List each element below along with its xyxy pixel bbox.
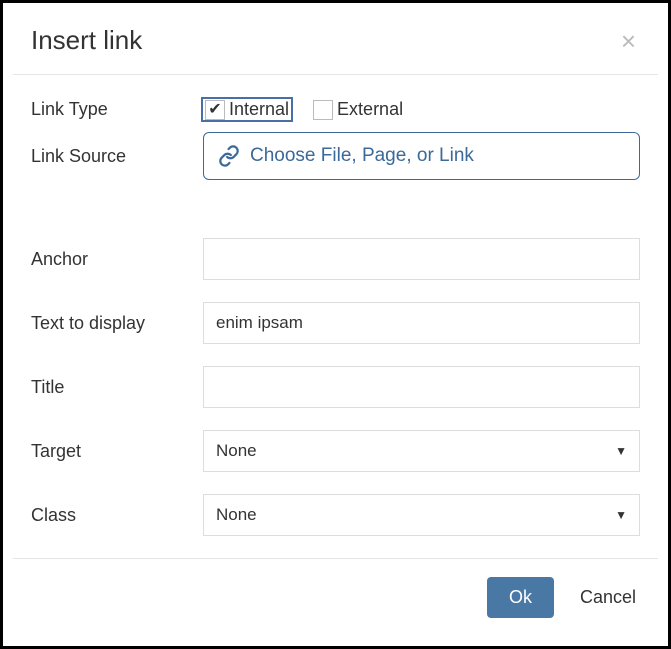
text-to-display-label: Text to display: [31, 313, 203, 334]
ok-button[interactable]: Ok: [487, 577, 554, 618]
link-source-row: Link Source Choose File, Page, or Link: [31, 132, 640, 180]
caret-down-icon: ▼: [615, 508, 627, 522]
text-to-display-input[interactable]: [203, 302, 640, 344]
link-source-label: Link Source: [31, 146, 203, 167]
class-value: None: [216, 505, 257, 525]
link-type-internal[interactable]: ✔ Internal: [203, 99, 291, 120]
close-icon[interactable]: ×: [617, 28, 640, 54]
title-input[interactable]: [203, 366, 640, 408]
dialog-header: Insert link ×: [13, 13, 658, 75]
checkbox-icon: ✔: [205, 100, 225, 120]
dialog-title: Insert link: [31, 25, 142, 56]
cancel-button[interactable]: Cancel: [576, 577, 640, 618]
dialog-body: Link Type ✔ Internal External Link Sourc…: [13, 75, 658, 536]
anchor-label: Anchor: [31, 249, 203, 270]
target-row: Target None ▼: [31, 430, 640, 472]
link-type-external-label: External: [337, 99, 403, 120]
title-row: Title: [31, 366, 640, 408]
target-select[interactable]: None ▼: [203, 430, 640, 472]
link-type-internal-label: Internal: [229, 99, 289, 120]
link-type-external[interactable]: External: [313, 99, 403, 120]
title-field-label: Title: [31, 377, 203, 398]
link-type-row: Link Type ✔ Internal External: [31, 99, 640, 120]
dialog-footer: Ok Cancel: [13, 558, 658, 636]
choose-source-button[interactable]: Choose File, Page, or Link: [203, 132, 640, 180]
insert-link-dialog: Insert link × Link Type ✔ Internal Exter…: [13, 13, 658, 636]
choose-source-text: Choose File, Page, or Link: [250, 145, 474, 167]
text-to-display-row: Text to display: [31, 302, 640, 344]
class-row: Class None ▼: [31, 494, 640, 536]
anchor-row: Anchor: [31, 238, 640, 280]
checkbox-icon: [313, 100, 333, 120]
target-value: None: [216, 441, 257, 461]
anchor-input[interactable]: [203, 238, 640, 280]
link-icon: [218, 145, 240, 167]
target-label: Target: [31, 441, 203, 462]
link-type-label: Link Type: [31, 99, 203, 120]
class-label: Class: [31, 505, 203, 526]
class-select[interactable]: None ▼: [203, 494, 640, 536]
caret-down-icon: ▼: [615, 444, 627, 458]
